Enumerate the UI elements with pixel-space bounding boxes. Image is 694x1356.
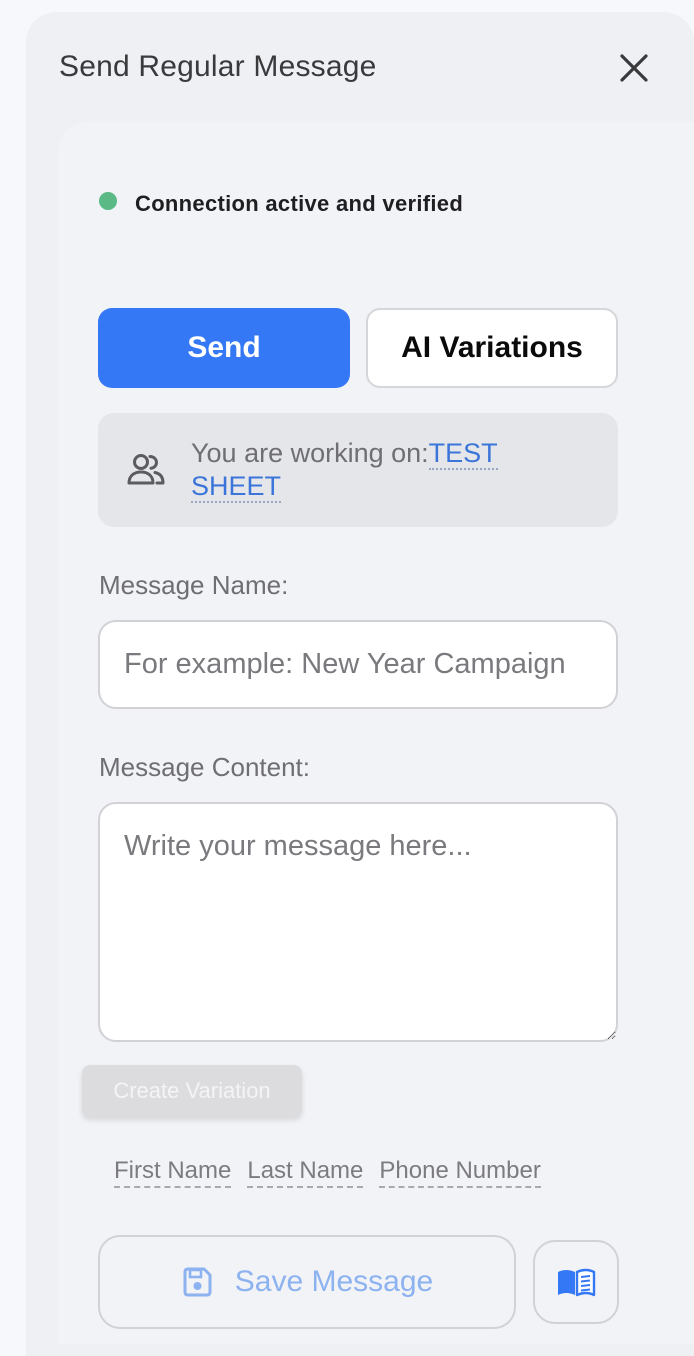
message-content-label: Message Content: <box>99 752 311 782</box>
working-on-banner: You are working on:TEST SHEET <box>98 413 618 527</box>
close-button[interactable] <box>616 50 652 86</box>
message-library-button[interactable] <box>533 1240 619 1324</box>
panel-title: Send Regular Message <box>59 50 377 83</box>
save-message-button[interactable]: Save Message <box>98 1235 516 1329</box>
working-on-text: You are working on:TEST SHEET <box>191 437 591 503</box>
send-mode-button[interactable]: Send <box>98 308 350 388</box>
people-icon <box>127 454 165 485</box>
book-icon <box>558 1268 596 1297</box>
variable-first-name[interactable]: First Name <box>114 1157 232 1188</box>
message-name-label: Message Name: <box>99 570 289 600</box>
floppy-disk-icon <box>183 1267 212 1297</box>
create-variation-button[interactable]: Create Variation <box>82 1065 302 1117</box>
connection-status-text: Connection active and verified <box>135 191 464 216</box>
ai-variations-mode-button[interactable]: AI Variations <box>366 308 618 388</box>
message-content-textarea[interactable] <box>98 802 618 1042</box>
variable-insert-links: First Name Last Name Phone Number <box>114 1157 541 1188</box>
variable-phone-number[interactable]: Phone Number <box>379 1157 541 1188</box>
save-message-label: Save Message <box>234 1265 434 1298</box>
connection-status-dot <box>99 192 117 210</box>
variable-last-name[interactable]: Last Name <box>247 1157 364 1188</box>
working-on-prefix: You are working on: <box>191 438 429 468</box>
close-icon <box>620 54 648 82</box>
message-name-input[interactable] <box>98 620 618 709</box>
